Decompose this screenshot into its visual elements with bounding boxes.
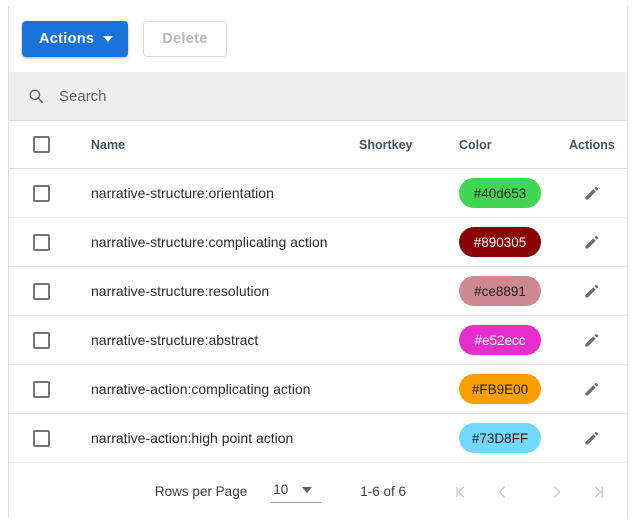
row-color-cell: #FB9E00 — [459, 364, 569, 414]
row-name: narrative-structure:complicating action — [84, 217, 359, 267]
table-body: narrative-structure:orientation #40d653 na… — [9, 168, 627, 463]
table-row: narrative-structure:abstract #e52ecc — [9, 315, 627, 365]
row-shortkey — [359, 315, 459, 365]
next-page-button[interactable] — [542, 477, 572, 507]
row-shortkey — [359, 413, 459, 463]
row-actions-cell — [569, 315, 627, 365]
row-color-cell: #40d653 — [459, 168, 569, 218]
chevron-right-icon — [554, 485, 561, 498]
pencil-icon — [584, 235, 598, 249]
table-header-row: Name Shortkey Color Actions — [9, 121, 627, 169]
table-row: narrative-action:complicating action #FB9… — [9, 364, 627, 414]
row-color-cell: #890305 — [459, 217, 569, 267]
header-color: Color — [459, 121, 569, 169]
color-chip: #e52ecc — [459, 325, 541, 355]
edit-button[interactable] — [577, 277, 605, 305]
last-page-icon — [594, 485, 603, 498]
table-header: Name Shortkey Color Actions — [9, 121, 627, 169]
row-checkbox[interactable] — [33, 184, 50, 202]
chevron-down-icon — [103, 36, 114, 42]
row-select-cell — [9, 266, 84, 316]
pagination-bar: Rows per Page 10 1-6 of 6 — [9, 463, 627, 518]
last-page-button[interactable] — [583, 477, 613, 507]
search-input[interactable] — [57, 86, 481, 106]
search-icon — [29, 89, 44, 104]
row-color-cell: #73D8FF — [459, 413, 569, 463]
row-select-cell — [9, 364, 84, 414]
previous-page-button[interactable] — [487, 477, 517, 507]
rows-per-page-select[interactable]: 10 — [271, 480, 322, 503]
chevron-left-icon — [498, 485, 505, 498]
row-select-cell — [9, 168, 84, 218]
table-row: narrative-structure:resolution #ce8891 — [9, 266, 627, 316]
pencil-icon — [584, 186, 598, 200]
pencil-icon — [584, 284, 598, 298]
first-page-button[interactable] — [446, 477, 476, 507]
rows-per-page-label: Rows per Page — [154, 484, 248, 499]
select-all-checkbox[interactable] — [33, 136, 50, 153]
header-name: Name — [84, 121, 359, 169]
row-actions-cell — [569, 413, 627, 463]
row-select-cell — [9, 315, 84, 365]
header-shortkey: Shortkey — [359, 121, 459, 169]
pager-controls — [446, 477, 613, 507]
row-select-cell — [9, 217, 84, 267]
row-name: narrative-action:complicating action — [84, 364, 359, 414]
rows-per-page-value: 10 — [273, 482, 289, 497]
color-chip: #73D8FF — [459, 423, 541, 453]
header-actions: Actions — [569, 121, 627, 169]
row-name: narrative-structure:resolution — [84, 266, 359, 316]
edit-button[interactable] — [577, 179, 605, 207]
row-name: narrative-action:high point action — [84, 413, 359, 463]
row-actions-cell — [569, 364, 627, 414]
delete-button[interactable]: Delete — [143, 21, 227, 57]
chevron-down-icon — [302, 486, 313, 493]
table-row: narrative-structure:orientation #40d653 — [9, 168, 627, 218]
row-shortkey — [359, 364, 459, 414]
row-checkbox[interactable] — [33, 380, 50, 398]
header-select-all — [9, 121, 84, 169]
table-row: narrative-structure:complicating action #… — [9, 217, 627, 267]
first-page-icon — [456, 485, 465, 498]
color-chip: #FB9E00 — [459, 374, 541, 404]
row-checkbox[interactable] — [33, 429, 50, 447]
row-shortkey — [359, 217, 459, 267]
edit-button[interactable] — [577, 228, 605, 256]
labels-table: Name Shortkey Color Actions narrative-st… — [9, 121, 627, 463]
color-chip: #ce8891 — [459, 276, 541, 306]
toolbar: Actions Delete — [9, 6, 627, 72]
search-bar[interactable] — [9, 72, 627, 121]
actions-button[interactable]: Actions — [22, 21, 129, 57]
row-actions-cell — [569, 266, 627, 316]
pencil-icon — [584, 333, 598, 347]
row-checkbox[interactable] — [33, 282, 50, 300]
row-name: narrative-structure:abstract — [84, 315, 359, 365]
pencil-icon — [584, 382, 598, 396]
row-color-cell: #e52ecc — [459, 315, 569, 365]
row-checkbox[interactable] — [33, 233, 50, 251]
row-shortkey — [359, 266, 459, 316]
color-chip: #40d653 — [459, 178, 541, 208]
pencil-icon — [584, 431, 598, 445]
edit-button[interactable] — [577, 424, 605, 452]
edit-button[interactable] — [577, 375, 605, 403]
actions-button-label: Actions — [39, 31, 95, 47]
row-checkbox[interactable] — [33, 331, 50, 349]
annotation-labels-card: Actions Delete Name Shortkey Color Actio… — [8, 6, 628, 518]
row-actions-cell — [569, 217, 627, 267]
row-name: narrative-structure:orientation — [84, 168, 359, 218]
row-actions-cell — [569, 168, 627, 218]
edit-button[interactable] — [577, 326, 605, 354]
row-color-cell: #ce8891 — [459, 266, 569, 316]
color-chip: #890305 — [459, 227, 541, 257]
row-select-cell — [9, 413, 84, 463]
table-row: narrative-action:high point action #73D8F… — [9, 413, 627, 463]
row-shortkey — [359, 168, 459, 218]
page-range-label: 1-6 of 6 — [360, 484, 406, 499]
